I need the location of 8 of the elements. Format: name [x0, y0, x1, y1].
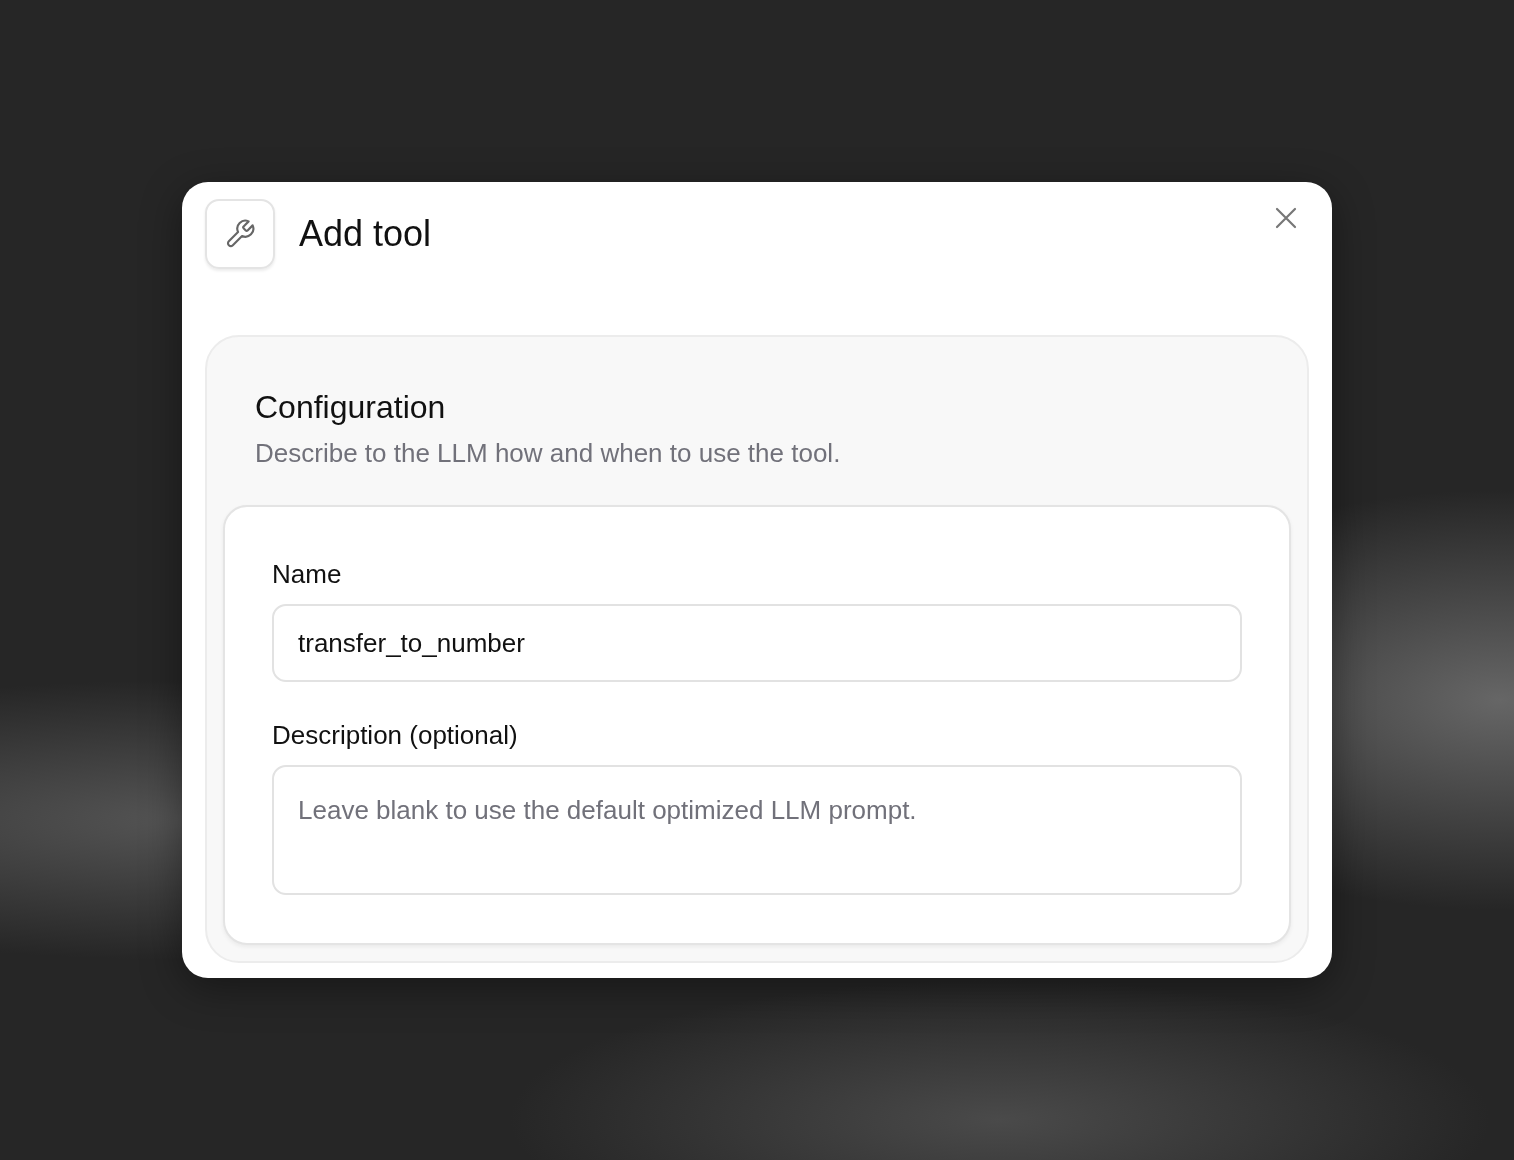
section-description: Describe to the LLM how and when to use the tool. — [255, 438, 842, 469]
field-label: Name — [272, 559, 342, 590]
wrench-icon — [224, 218, 256, 250]
dialog-title: Add tool — [299, 213, 432, 255]
name-input-field[interactable]: transfer_to_number — [272, 604, 1242, 682]
description-input-field[interactable]: Leave blank to use the default optimized LLM prompt. — [272, 765, 1242, 895]
field-label: Description (optional) — [272, 720, 518, 751]
section-heading: Configuration — [255, 389, 447, 426]
